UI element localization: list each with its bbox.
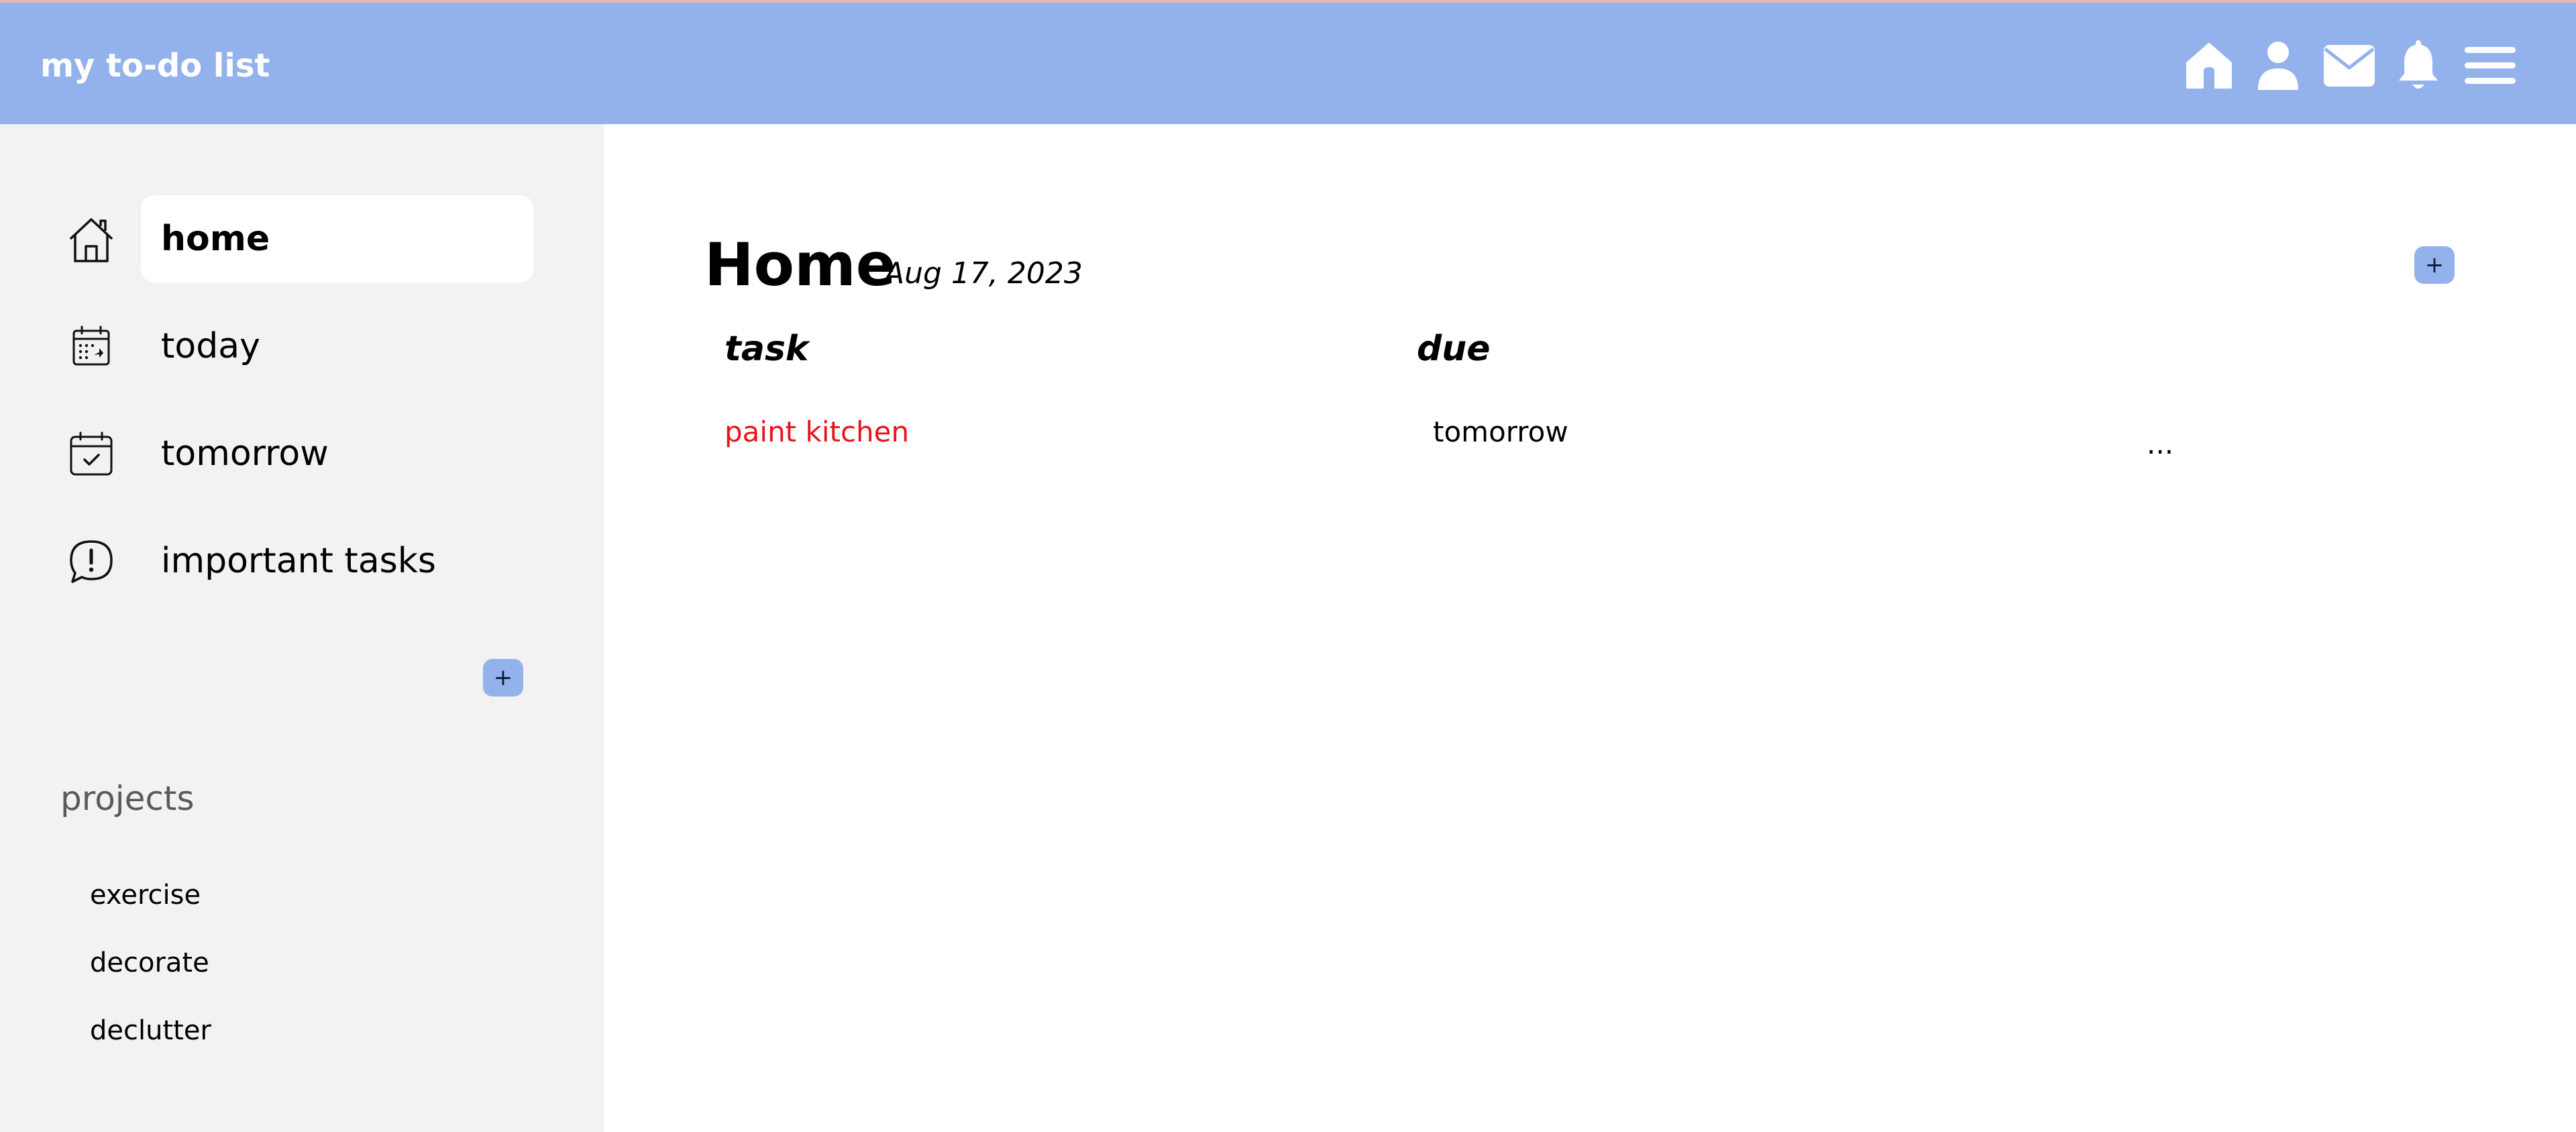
task-more-options-button[interactable]: ...: [2147, 424, 2174, 464]
add-task-button[interactable]: +: [2414, 246, 2455, 284]
app-root: my to-do list home today tomorrow import…: [0, 0, 2576, 1132]
bell-icon[interactable]: [2385, 32, 2452, 99]
calendar-grid-icon: [67, 323, 115, 371]
task-name[interactable]: paint kitchen: [724, 412, 909, 452]
page-date: Aug 17, 2023: [884, 256, 1083, 291]
sidebar-item-tomorrow[interactable]: tomorrow: [60, 410, 537, 497]
sidebar-item-label: today: [161, 326, 260, 366]
app-title: my to-do list: [40, 47, 270, 85]
sidebar-item-important-tasks[interactable]: important tasks: [60, 517, 537, 605]
home-icon: [67, 215, 115, 264]
sidebar-item-home[interactable]: home: [60, 195, 537, 282]
sidebar-item-label: important tasks: [161, 541, 436, 581]
projects-heading: projects: [60, 779, 195, 818]
task-due-date: tomorrow: [1433, 415, 1568, 448]
sidebar-item-label: tomorrow: [161, 433, 329, 474]
column-header-task: task: [724, 329, 809, 369]
project-item-decorate[interactable]: decorate: [90, 944, 209, 982]
project-item-exercise[interactable]: exercise: [90, 876, 201, 914]
column-header-due: due: [1417, 329, 1491, 369]
sidebar: home today tomorrow important tasks proj…: [0, 124, 604, 1132]
mail-icon[interactable]: [2316, 32, 2383, 99]
project-item-declutter[interactable]: declutter: [90, 1012, 211, 1049]
add-project-button[interactable]: +: [483, 659, 523, 697]
page-title: Home: [704, 230, 896, 299]
calendar-check-icon: [67, 430, 115, 478]
user-icon[interactable]: [2245, 32, 2312, 99]
top-bar: my to-do list: [0, 3, 2576, 124]
sidebar-item-today[interactable]: today: [60, 303, 537, 390]
sidebar-item-label: home: [161, 219, 270, 259]
menu-icon[interactable]: [2457, 32, 2524, 99]
home-icon[interactable]: [2176, 32, 2243, 99]
alert-bubble-icon: [67, 537, 115, 586]
